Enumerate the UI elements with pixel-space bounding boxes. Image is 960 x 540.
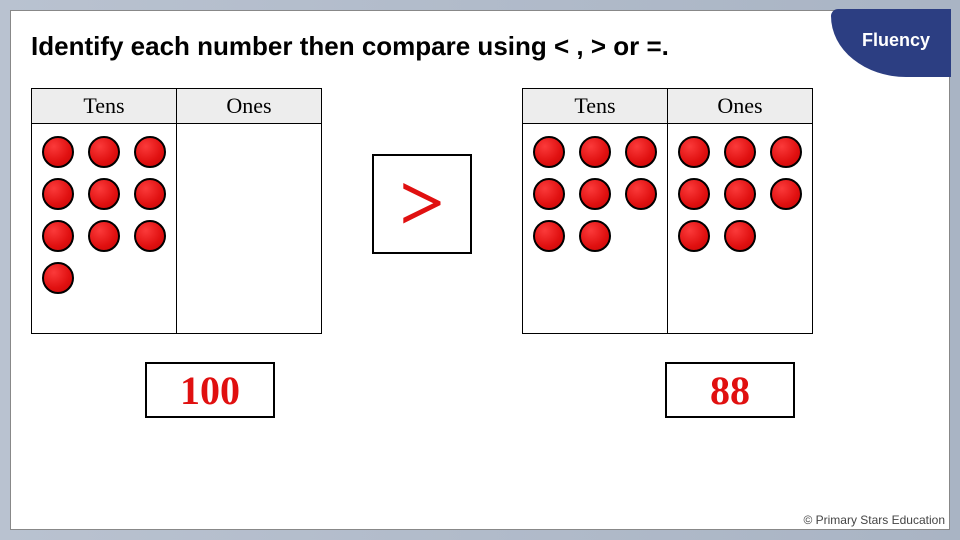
- counter-dot: [88, 220, 120, 252]
- slide-outer: Fluency Identify each number then compar…: [0, 0, 960, 540]
- footer-copyright: © Primary Stars Education: [803, 513, 945, 527]
- left-ones-header: Ones: [177, 89, 322, 124]
- right-ones-dots: [674, 132, 806, 252]
- counter-dot: [724, 136, 756, 168]
- counter-dot: [134, 220, 166, 252]
- counter-dot: [88, 178, 120, 210]
- counter-dot: [134, 178, 166, 210]
- counter-dot: [678, 220, 710, 252]
- left-tens-header: Tens: [32, 89, 177, 124]
- counter-dot: [533, 136, 565, 168]
- left-tens-dots: [38, 132, 170, 294]
- right-value: 88: [710, 367, 750, 414]
- counter-dot: [678, 136, 710, 168]
- slide-inner: Fluency Identify each number then compar…: [10, 10, 950, 530]
- counter-dot: [625, 178, 657, 210]
- counter-dot: [724, 220, 756, 252]
- counter-dot: [533, 178, 565, 210]
- comparison-symbol: >: [399, 164, 445, 244]
- fluency-badge-label: Fluency: [862, 30, 930, 51]
- left-ones-cell: [177, 124, 322, 334]
- left-tens-cell: [32, 124, 177, 334]
- right-ones-cell: [668, 124, 813, 334]
- counter-dot: [678, 178, 710, 210]
- left-ones-dots: [183, 132, 315, 136]
- counter-dot: [533, 220, 565, 252]
- fluency-badge: Fluency: [831, 9, 951, 77]
- counter-dot: [770, 136, 802, 168]
- counter-dot: [42, 220, 74, 252]
- counter-dot: [134, 136, 166, 168]
- counter-dot: [579, 220, 611, 252]
- right-place-value-table: Tens Ones: [522, 88, 813, 334]
- counter-dot: [579, 136, 611, 168]
- counter-dot: [625, 136, 657, 168]
- counter-dot: [724, 178, 756, 210]
- left-value-box: 100: [145, 362, 275, 418]
- counter-dot: [42, 262, 74, 294]
- right-ones-header: Ones: [668, 89, 813, 124]
- comparison-symbol-box: >: [372, 154, 472, 254]
- right-tens-header: Tens: [523, 89, 668, 124]
- counter-dot: [579, 178, 611, 210]
- left-place-value-table: Tens Ones: [31, 88, 322, 334]
- main-row: Tens Ones >: [31, 88, 929, 334]
- right-value-box: 88: [665, 362, 795, 418]
- value-row: 100 88: [31, 362, 929, 418]
- counter-dot: [42, 136, 74, 168]
- counter-dot: [42, 178, 74, 210]
- counter-dot: [88, 136, 120, 168]
- counter-dot: [770, 178, 802, 210]
- right-tens-cell: [523, 124, 668, 334]
- instruction-text: Identify each number then compare using …: [31, 31, 929, 62]
- right-tens-dots: [529, 132, 661, 252]
- left-value: 100: [180, 367, 240, 414]
